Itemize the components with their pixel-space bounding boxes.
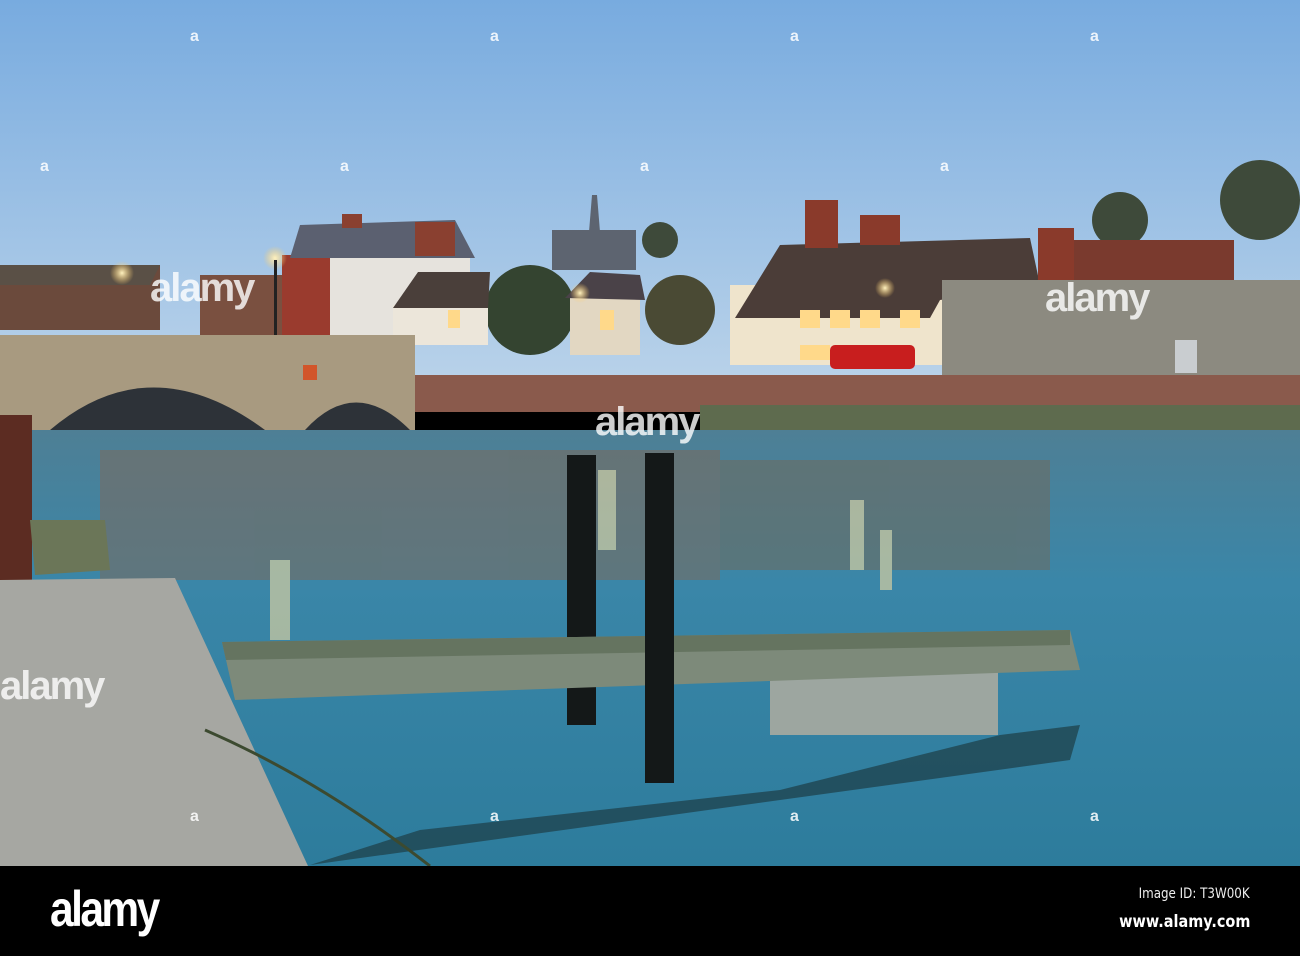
watermark: a — [190, 808, 199, 825]
stock-photo: a a a a a a a a alamy alamy alamy alamy … — [0, 0, 1300, 956]
watermark: a — [1090, 808, 1099, 825]
watermark: a — [790, 808, 799, 825]
watermark: alamy — [1045, 276, 1150, 320]
watermark: a — [490, 28, 499, 45]
watermark: a — [40, 158, 49, 175]
watermark: a — [490, 808, 499, 825]
watermark: a — [190, 28, 199, 45]
footer-bar: alamy Image ID: T3W00K www.alamy.com — [0, 866, 1300, 956]
red-brick-house — [282, 255, 332, 340]
watermark: a — [340, 158, 349, 175]
watermark: a — [1090, 28, 1099, 45]
image-id: Image ID: T3W00K — [1138, 886, 1250, 902]
site-url: www.alamy.com — [1118, 912, 1250, 932]
mooring-pole — [645, 453, 674, 783]
watermark: alamy — [150, 266, 255, 310]
watermark: a — [640, 158, 649, 175]
stone-bridge — [0, 335, 415, 430]
watermark: a — [790, 28, 799, 45]
red-van — [830, 345, 915, 369]
watermark: a — [940, 158, 949, 175]
watermark: alamy — [595, 400, 700, 444]
watermark: alamy — [0, 664, 105, 708]
alamy-logo: alamy — [50, 881, 160, 937]
